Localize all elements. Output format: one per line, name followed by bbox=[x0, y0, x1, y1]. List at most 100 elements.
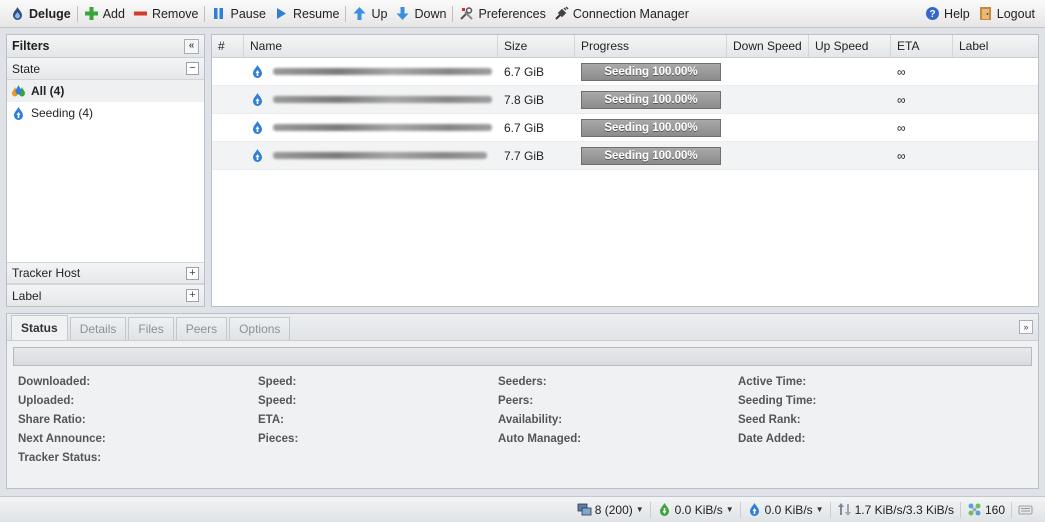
expand-plus-icon[interactable]: + bbox=[186, 289, 199, 302]
column-header-number[interactable]: # bbox=[212, 35, 244, 57]
stat-label: Seeders: bbox=[498, 376, 547, 388]
collapse-left-icon[interactable]: « bbox=[184, 38, 199, 54]
row-label bbox=[953, 114, 1038, 141]
queue-up-button[interactable]: Up bbox=[348, 3, 391, 25]
table-row[interactable]: 7.8 GiB Seeding 100.00% ∞ bbox=[212, 86, 1038, 114]
collapse-down-icon[interactable]: » bbox=[1019, 320, 1033, 334]
details-progress-bar bbox=[13, 347, 1032, 366]
connection-manager-button[interactable]: Connection Manager bbox=[550, 3, 693, 25]
expand-plus-icon[interactable]: + bbox=[186, 266, 199, 280]
tab-files[interactable]: Files bbox=[128, 317, 174, 340]
row-up-speed bbox=[809, 58, 891, 85]
row-size: 6.7 GiB bbox=[504, 64, 545, 79]
toolbar: Deluge Add Remove Pause Resume Up Down P… bbox=[0, 0, 1045, 28]
filters-bottom-sections: Tracker Host + Label + bbox=[7, 262, 204, 306]
tracker-host-section-header[interactable]: Tracker Host + bbox=[7, 262, 204, 284]
table-row[interactable]: 6.7 GiB Seeding 100.00% ∞ bbox=[212, 114, 1038, 142]
column-header-eta[interactable]: ETA bbox=[891, 35, 953, 57]
upload-speed-value: 0.0 KiB/s bbox=[764, 502, 813, 517]
network-icon bbox=[577, 502, 592, 517]
help-button[interactable]: ? Help bbox=[921, 3, 974, 25]
label-section-header[interactable]: Label + bbox=[7, 284, 204, 306]
table-row[interactable]: 6.7 GiB Seeding 100.00% ∞ bbox=[212, 58, 1038, 86]
collapse-minus-icon[interactable]: − bbox=[186, 62, 199, 75]
logout-button[interactable]: Logout bbox=[974, 3, 1039, 25]
blurred-torrent-name bbox=[273, 124, 492, 131]
add-label: Add bbox=[102, 6, 125, 21]
toolbar-separator bbox=[76, 5, 78, 22]
filters-panel: Filters « State − All (4) Seeding (4) Tr… bbox=[6, 34, 205, 307]
download-icon bbox=[657, 502, 672, 517]
resume-button[interactable]: Resume bbox=[270, 3, 344, 25]
stat-label: Speed: bbox=[258, 395, 297, 407]
seeding-icon bbox=[11, 106, 26, 121]
state-filter-seeding[interactable]: Seeding (4) bbox=[7, 102, 204, 124]
row-up-speed bbox=[809, 142, 891, 169]
seeding-icon bbox=[250, 120, 265, 135]
row-down-speed bbox=[727, 114, 809, 141]
tab-options[interactable]: Options bbox=[229, 317, 291, 340]
dropdown-caret-icon: ▼ bbox=[635, 505, 644, 514]
pause-button[interactable]: Pause bbox=[207, 3, 269, 25]
queue-down-button[interactable]: Down bbox=[391, 3, 450, 25]
tab-peers[interactable]: Peers bbox=[175, 317, 228, 340]
row-name bbox=[244, 58, 498, 85]
arrow-down-icon bbox=[395, 6, 410, 21]
row-size: 7.7 GiB bbox=[504, 148, 545, 163]
row-number bbox=[212, 114, 244, 141]
toolbar-separator bbox=[204, 5, 206, 22]
connections-status[interactable]: 8 (200) ▼ bbox=[571, 502, 650, 518]
connections-value: 8 (200) bbox=[594, 502, 633, 517]
progress-bar: Seeding 100.00% bbox=[581, 90, 721, 109]
dht-nodes-icon bbox=[967, 502, 982, 517]
column-header-progress[interactable]: Progress bbox=[575, 35, 727, 57]
column-header-label[interactable]: Label bbox=[953, 35, 1038, 57]
row-label bbox=[953, 58, 1038, 85]
progress-bar: Seeding 100.00% bbox=[581, 146, 721, 165]
download-speed-status[interactable]: 0.0 KiB/s ▼ bbox=[649, 501, 740, 518]
stat-label: Date Added: bbox=[738, 433, 806, 445]
blurred-torrent-name bbox=[273, 96, 492, 103]
state-header-label: State bbox=[12, 61, 41, 76]
row-progress: Seeding 100.00% bbox=[575, 86, 727, 113]
tracker-host-label: Tracker Host bbox=[12, 266, 81, 280]
connection-manager-label: Connection Manager bbox=[572, 6, 689, 21]
down-label: Down bbox=[414, 6, 447, 21]
stat-label: ETA: bbox=[258, 414, 284, 426]
row-label bbox=[953, 142, 1038, 169]
stat-label: Seeding Time: bbox=[738, 395, 817, 407]
state-section-header[interactable]: State − bbox=[7, 58, 204, 80]
row-number bbox=[212, 58, 244, 85]
stat-label: Downloaded: bbox=[18, 376, 91, 388]
stat-label: Peers: bbox=[498, 395, 534, 407]
state-filter-all-label: All (4) bbox=[31, 84, 65, 98]
pause-icon bbox=[211, 6, 226, 21]
add-button[interactable]: Add bbox=[80, 3, 129, 25]
deluge-brand[interactable]: Deluge bbox=[6, 3, 75, 25]
plug-icon bbox=[554, 6, 569, 21]
row-name bbox=[244, 86, 498, 113]
preferences-button[interactable]: Preferences bbox=[455, 3, 549, 25]
toolbar-right: ? Help Logout bbox=[921, 3, 1045, 25]
arrow-up-icon bbox=[352, 6, 367, 21]
svg-text:?: ? bbox=[929, 9, 935, 20]
progress-bar: Seeding 100.00% bbox=[581, 118, 721, 137]
state-filter-all[interactable]: All (4) bbox=[7, 80, 204, 102]
progress-bar: Seeding 100.00% bbox=[581, 62, 721, 81]
column-header-size[interactable]: Size bbox=[498, 35, 575, 57]
upload-speed-status[interactable]: 0.0 KiB/s ▼ bbox=[739, 501, 830, 518]
remove-button[interactable]: Remove bbox=[129, 3, 203, 25]
column-header-name[interactable]: Name bbox=[244, 35, 498, 57]
tab-status[interactable]: Status bbox=[11, 315, 68, 340]
column-header-up-speed[interactable]: Up Speed bbox=[809, 35, 891, 57]
stat-label: Seed Rank: bbox=[738, 414, 801, 426]
keyboard-status[interactable] bbox=[1011, 501, 1039, 518]
column-header-down-speed[interactable]: Down Speed bbox=[727, 35, 809, 57]
keyboard-icon bbox=[1018, 502, 1033, 517]
tab-details[interactable]: Details bbox=[69, 317, 127, 340]
dht-nodes-status: 160 bbox=[959, 501, 1011, 518]
table-row[interactable]: 7.7 GiB Seeding 100.00% ∞ bbox=[212, 142, 1038, 170]
row-number bbox=[212, 86, 244, 113]
stat-label: Active Time: bbox=[738, 376, 807, 388]
plus-icon bbox=[84, 6, 99, 21]
